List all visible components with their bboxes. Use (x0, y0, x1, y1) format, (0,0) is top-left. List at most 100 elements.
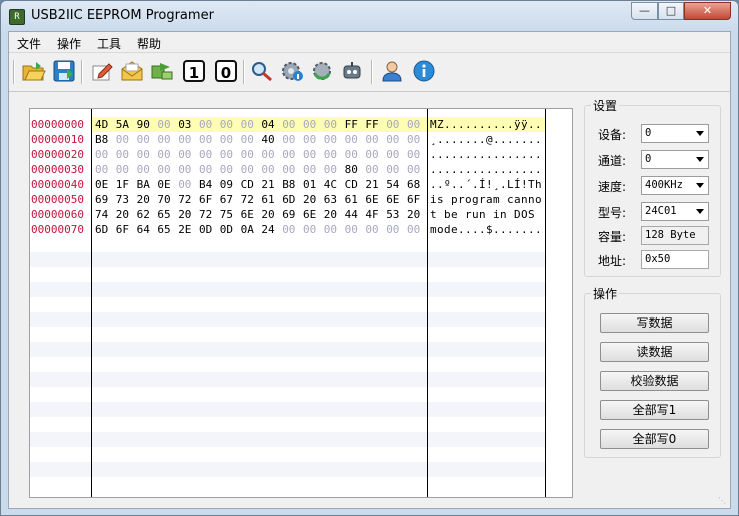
hex-byte[interactable]: 64 (137, 222, 155, 237)
hex-byte[interactable]: 00 (345, 132, 363, 147)
hex-editor[interactable]: 00000000 4D 5A 90 00 03 00 00 00 04 00 00 00 FF FF 00 00… (29, 108, 573, 498)
read-data-button[interactable]: 读数据 (600, 342, 709, 362)
hex-byte[interactable]: 00 (241, 117, 259, 132)
hex-byte[interactable]: 00 (324, 117, 342, 132)
hex-byte[interactable]: 0A (241, 222, 259, 237)
hex-byte[interactable]: 6E (303, 207, 321, 222)
hex-byte[interactable]: 00 (365, 162, 383, 177)
hex-byte[interactable]: 6F (407, 192, 425, 207)
hex-byte[interactable]: 0D (199, 222, 217, 237)
transfer-button[interactable] (149, 58, 175, 84)
hex-byte[interactable]: 00 (345, 222, 363, 237)
menu-operation[interactable]: 操作 (57, 35, 81, 52)
save-button[interactable] (51, 58, 77, 84)
hex-byte[interactable]: 00 (241, 132, 259, 147)
search-button[interactable] (249, 58, 275, 84)
hex-byte[interactable]: 73 (116, 192, 134, 207)
hex-byte[interactable]: 2E (178, 222, 196, 237)
hex-byte[interactable]: 00 (365, 132, 383, 147)
hex-byte[interactable]: 6E (365, 192, 383, 207)
hex-byte[interactable]: 00 (303, 222, 321, 237)
hex-byte[interactable]: 68 (407, 177, 425, 192)
hex-byte[interactable]: 6F (199, 192, 217, 207)
ascii-text[interactable]: mode....$....... (430, 222, 544, 237)
hex-byte[interactable]: 00 (303, 132, 321, 147)
hex-byte[interactable]: 00 (178, 132, 196, 147)
hex-byte[interactable]: 00 (282, 147, 300, 162)
hex-byte[interactable]: 00 (407, 147, 425, 162)
hex-byte[interactable]: 72 (241, 192, 259, 207)
user-button[interactable] (379, 58, 405, 84)
model-select[interactable]: 24C01 (641, 202, 709, 221)
edit-button[interactable] (89, 58, 115, 84)
hex-byte[interactable]: 00 (178, 162, 196, 177)
hex-byte[interactable]: 00 (365, 147, 383, 162)
hex-byte[interactable]: B4 (199, 177, 217, 192)
ascii-text[interactable]: ................ (430, 147, 544, 162)
menu-help[interactable]: 帮助 (137, 35, 161, 52)
hex-byte[interactable]: 44 (345, 207, 363, 222)
close-button[interactable]: ✕ (684, 2, 731, 20)
hex-byte[interactable]: 24 (261, 222, 279, 237)
write-all-1-button[interactable]: 全部写1 (600, 400, 709, 420)
speed-select[interactable]: 400KHz (641, 176, 709, 195)
ascii-text[interactable]: ................ (430, 162, 544, 177)
hex-byte[interactable]: 00 (261, 162, 279, 177)
hex-byte[interactable]: 72 (178, 192, 196, 207)
hex-byte[interactable]: 00 (324, 222, 342, 237)
hex-byte[interactable]: 00 (220, 162, 238, 177)
hex-byte[interactable]: FF (345, 117, 363, 132)
hex-byte[interactable]: 20 (303, 192, 321, 207)
hex-byte[interactable]: 67 (220, 192, 238, 207)
hex-byte[interactable]: 6D (282, 192, 300, 207)
hex-byte[interactable]: 0D (220, 222, 238, 237)
write-1-button[interactable]: 1 (181, 58, 207, 84)
hex-byte[interactable]: 00 (137, 132, 155, 147)
hex-byte[interactable]: 00 (95, 147, 113, 162)
hex-byte[interactable]: 63 (324, 192, 342, 207)
hex-byte[interactable]: 40 (261, 132, 279, 147)
hex-byte[interactable]: 00 (137, 147, 155, 162)
hex-byte[interactable]: 00 (303, 117, 321, 132)
hex-byte[interactable]: 0E (95, 177, 113, 192)
ascii-text[interactable]: ¸.......@....... (430, 132, 544, 147)
hex-byte[interactable]: 4F (365, 207, 383, 222)
hex-byte[interactable]: 80 (345, 162, 363, 177)
settings-info-button[interactable] (279, 58, 305, 84)
device-select[interactable]: 0 (641, 124, 709, 143)
hex-byte[interactable]: 90 (137, 117, 155, 132)
hex-byte[interactable]: 54 (386, 177, 404, 192)
hex-byte[interactable]: 00 (157, 162, 175, 177)
hex-byte[interactable]: 01 (303, 177, 321, 192)
hex-byte[interactable]: 00 (95, 162, 113, 177)
robot-button[interactable] (339, 58, 365, 84)
ascii-text[interactable]: ..º..´.Í!¸.LÍ!Th (430, 177, 544, 192)
hex-byte[interactable]: 00 (282, 117, 300, 132)
resize-grip[interactable]: ⋱ (718, 496, 728, 506)
hex-byte[interactable]: 00 (220, 147, 238, 162)
hex-byte[interactable]: BA (137, 177, 155, 192)
hex-byte[interactable]: 21 (365, 177, 383, 192)
hex-byte[interactable]: 00 (137, 162, 155, 177)
hex-byte[interactable]: 6D (95, 222, 113, 237)
hex-byte[interactable]: 6F (116, 222, 134, 237)
hex-byte[interactable]: 00 (199, 132, 217, 147)
hex-byte[interactable]: 21 (261, 177, 279, 192)
hex-byte[interactable]: 00 (178, 177, 196, 192)
hex-byte[interactable]: CD (241, 177, 259, 192)
hex-byte[interactable]: 03 (178, 117, 196, 132)
minimize-button[interactable]: — (631, 2, 658, 20)
ascii-text[interactable]: t be run in DOS (430, 207, 544, 222)
hex-byte[interactable]: 00 (303, 162, 321, 177)
hex-byte[interactable]: 20 (261, 207, 279, 222)
menu-file[interactable]: 文件 (17, 35, 41, 52)
hex-byte[interactable]: 00 (157, 117, 175, 132)
hex-byte[interactable]: 4D (95, 117, 113, 132)
hex-byte[interactable]: 00 (324, 162, 342, 177)
hex-byte[interactable]: 62 (137, 207, 155, 222)
hex-byte[interactable]: 20 (137, 192, 155, 207)
hex-byte[interactable]: FF (365, 117, 383, 132)
title-bar[interactable]: R USB2IIC EEPROM Programer — □ ✕ (1, 1, 738, 31)
verify-data-button[interactable]: 校验数据 (600, 371, 709, 391)
hex-byte[interactable]: 00 (386, 117, 404, 132)
